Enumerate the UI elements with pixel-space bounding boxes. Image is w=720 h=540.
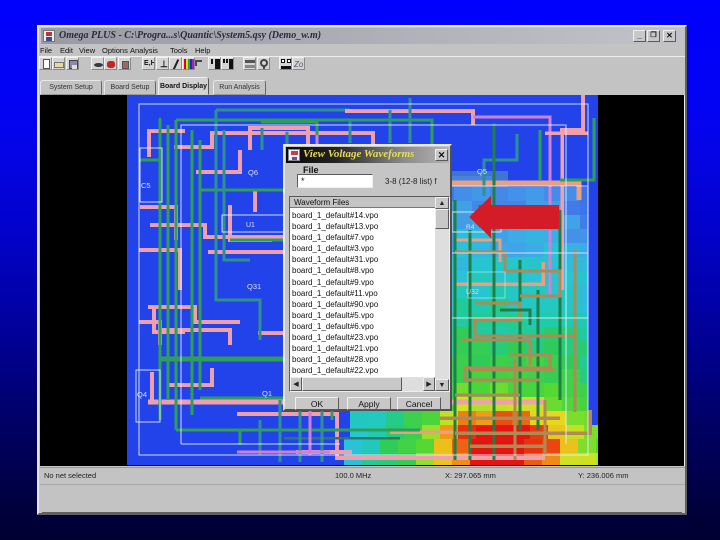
svg-text:Q31: Q31 [247,282,261,291]
svg-text:U32: U32 [466,289,479,296]
svg-text:C5: C5 [141,181,151,190]
svg-text:R4: R4 [466,224,475,231]
svg-text:Q5: Q5 [477,167,487,176]
svg-text:Q6: Q6 [248,168,258,177]
svg-text:Q1: Q1 [262,389,272,398]
svg-text:Q4: Q4 [137,390,147,399]
svg-text:U1: U1 [246,222,255,229]
